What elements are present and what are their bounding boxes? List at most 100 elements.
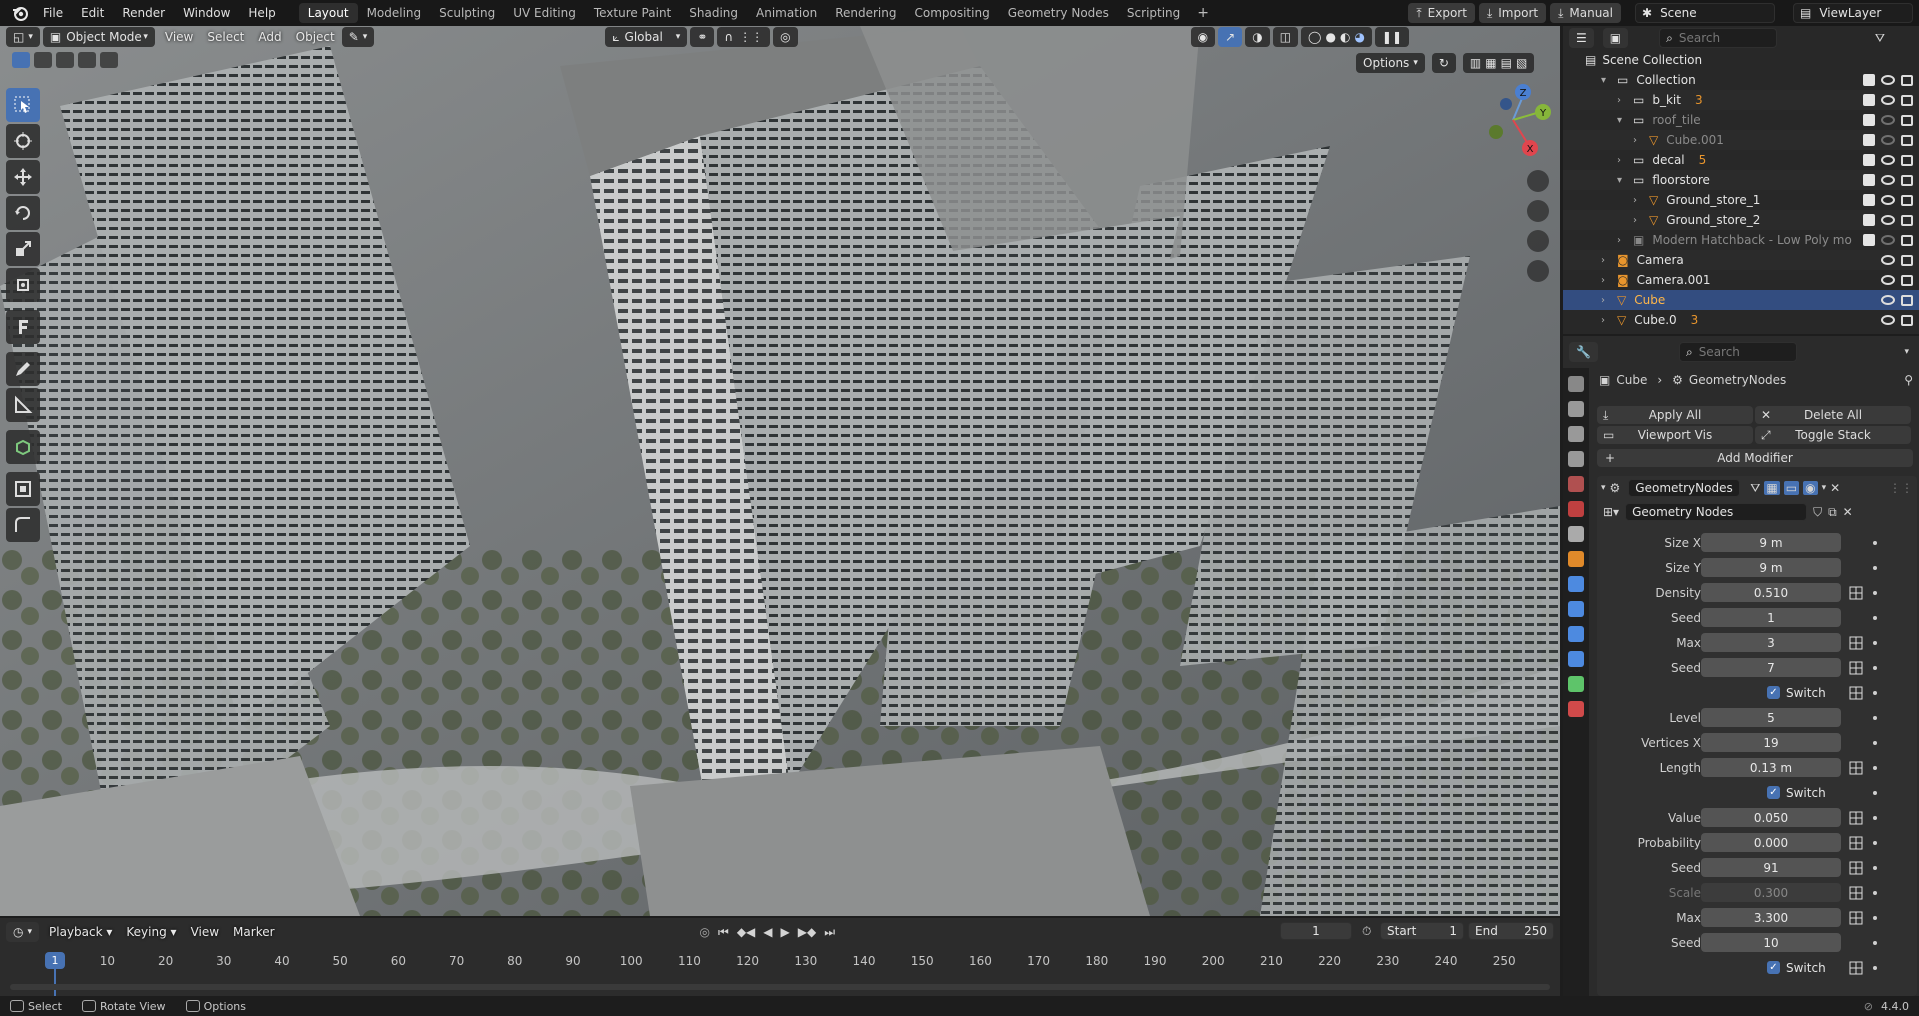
jump-start-icon[interactable]: ⏮ bbox=[718, 925, 729, 940]
expand-chevron-icon[interactable]: › bbox=[1617, 95, 1629, 106]
display-mode-button[interactable]: ▣ bbox=[1602, 28, 1629, 48]
outliner-item[interactable]: › ▭ b_kit 3 bbox=[1563, 90, 1919, 110]
outliner-item[interactable]: › ◙ Camera.001 bbox=[1563, 270, 1919, 290]
mode-selector[interactable]: ▣ Object Mode ▾ bbox=[42, 27, 155, 47]
drag-handle-icon[interactable]: ⋮⋮ bbox=[1889, 481, 1913, 495]
select-subtract-icon[interactable] bbox=[56, 52, 74, 68]
input-value-field[interactable]: 0.510 bbox=[1701, 583, 1841, 602]
eye-icon[interactable] bbox=[1881, 315, 1895, 325]
attribute-toggle-icon[interactable] bbox=[1849, 586, 1863, 600]
outliner-item[interactable]: ▾ ▭ roof_tile bbox=[1563, 110, 1919, 130]
eye-icon[interactable] bbox=[1881, 155, 1895, 165]
extrude-tool[interactable] bbox=[6, 472, 40, 506]
expand-chevron-icon[interactable]: ▾ bbox=[1617, 115, 1629, 126]
view-layer-tab-icon[interactable] bbox=[1568, 451, 1584, 467]
ortho-grid-icon[interactable] bbox=[1527, 260, 1549, 282]
animate-dot-icon[interactable] bbox=[1873, 790, 1877, 795]
exclude-checkbox-icon[interactable] bbox=[1863, 174, 1875, 186]
eye-icon[interactable] bbox=[1881, 75, 1895, 85]
workspace-tab-animation[interactable]: Animation bbox=[747, 3, 826, 23]
prev-keyframe-icon[interactable]: ◆◀ bbox=[737, 925, 755, 939]
jump-end-icon[interactable]: ⏭ bbox=[824, 925, 835, 940]
xray-toggle[interactable]: ◫ bbox=[1272, 27, 1299, 47]
attribute-toggle-icon[interactable] bbox=[1849, 761, 1863, 775]
next-keyframe-icon[interactable]: ▶◆ bbox=[798, 925, 816, 939]
rotate-tool[interactable] bbox=[6, 196, 40, 230]
outliner-item[interactable]: › ▣ Modern Hatchback - Low Poly mo bbox=[1563, 230, 1919, 250]
outliner-root[interactable]: ▤ Scene Collection bbox=[1563, 50, 1919, 70]
outliner-item[interactable]: › ▽ Cube.0 3 bbox=[1563, 310, 1919, 330]
workspace-tab-layout[interactable]: Layout bbox=[298, 3, 358, 23]
workspace-tab-sculpting[interactable]: Sculpting bbox=[430, 3, 504, 23]
exclude-checkbox-icon[interactable] bbox=[1863, 154, 1875, 166]
physics-tab-icon[interactable] bbox=[1568, 626, 1584, 642]
move-tool[interactable] bbox=[6, 160, 40, 194]
stopwatch-icon[interactable]: ⏱ bbox=[1362, 924, 1371, 939]
animate-dot-icon[interactable] bbox=[1873, 890, 1877, 895]
data-tab-icon[interactable] bbox=[1568, 676, 1584, 692]
snap-button[interactable]: ∩ ⋮⋮ bbox=[717, 27, 771, 47]
delete-all-button[interactable]: ✕ Delete All bbox=[1755, 406, 1911, 424]
input-value-field[interactable]: 9 m bbox=[1701, 533, 1841, 552]
workspace-tab-shading[interactable]: Shading bbox=[680, 3, 747, 23]
outliner-item[interactable]: › ▽ Ground_store_2 bbox=[1563, 210, 1919, 230]
eye-icon[interactable] bbox=[1881, 235, 1895, 245]
animate-dot-icon[interactable] bbox=[1873, 665, 1877, 670]
exclude-checkbox-icon[interactable] bbox=[1863, 194, 1875, 206]
eye-icon[interactable] bbox=[1881, 275, 1895, 285]
select-extend-icon[interactable] bbox=[34, 52, 52, 68]
outliner-item[interactable]: › ▽ Cube.001 bbox=[1563, 130, 1919, 150]
eye-icon[interactable] bbox=[1881, 215, 1895, 225]
outliner-editor-type[interactable]: ☰ bbox=[1569, 28, 1594, 48]
attribute-toggle-icon[interactable] bbox=[1849, 811, 1863, 825]
exclude-checkbox-icon[interactable] bbox=[1863, 214, 1875, 226]
expand-chevron-icon[interactable]: ▾ bbox=[1617, 175, 1629, 186]
bevel-tool[interactable] bbox=[6, 508, 40, 542]
input-value-field[interactable]: 0.000 bbox=[1701, 833, 1841, 852]
animate-dot-icon[interactable] bbox=[1873, 565, 1877, 570]
measure-tool[interactable] bbox=[6, 388, 40, 422]
add-cube-tool[interactable] bbox=[6, 430, 40, 464]
animate-dot-icon[interactable] bbox=[1873, 590, 1877, 595]
exclude-checkbox-icon[interactable] bbox=[1863, 114, 1875, 126]
world-tab-icon[interactable] bbox=[1568, 501, 1584, 517]
pin-icon[interactable]: ⚲ bbox=[1904, 373, 1913, 387]
blender-logo-icon[interactable] bbox=[10, 3, 30, 23]
transform-tool[interactable] bbox=[6, 268, 40, 302]
camera-render-icon[interactable] bbox=[1901, 174, 1913, 186]
manual-button[interactable]: ⤓ Manual bbox=[1550, 3, 1621, 23]
select-intersect-icon[interactable] bbox=[100, 52, 118, 68]
modifier-name-field[interactable]: GeometryNodes bbox=[1628, 479, 1741, 497]
menu-edit[interactable]: Edit bbox=[72, 0, 113, 26]
marker-menu[interactable]: Marker bbox=[226, 925, 281, 939]
workspace-tab-uv-editing[interactable]: UV Editing bbox=[504, 3, 585, 23]
timeline-scrollbar[interactable] bbox=[10, 984, 1550, 990]
input-value-field[interactable]: 91 bbox=[1701, 858, 1841, 877]
viewport-menu-object[interactable]: Object bbox=[289, 30, 342, 44]
exclude-checkbox-icon[interactable] bbox=[1863, 94, 1875, 106]
edit-mode-toggle-icon[interactable]: ⛛ bbox=[1750, 481, 1760, 496]
zoom-icon[interactable] bbox=[1527, 170, 1549, 192]
outliner-item[interactable]: ▾ ▭ floorstore bbox=[1563, 170, 1919, 190]
apply-all-button[interactable]: ⤓ Apply All bbox=[1597, 406, 1753, 424]
eye-icon[interactable] bbox=[1881, 135, 1895, 145]
expand-chevron-icon[interactable]: › bbox=[1617, 235, 1629, 246]
export-button[interactable]: ⤒ Export bbox=[1408, 3, 1475, 23]
animate-dot-icon[interactable] bbox=[1873, 740, 1877, 745]
duplicate-icon[interactable]: ⧉ bbox=[1828, 505, 1837, 520]
animate-dot-icon[interactable] bbox=[1873, 640, 1877, 645]
expand-chevron-icon[interactable]: › bbox=[1633, 195, 1645, 206]
workspace-tab-texture-paint[interactable]: Texture Paint bbox=[585, 3, 680, 23]
input-value-field[interactable]: 3 bbox=[1701, 633, 1841, 652]
expand-chevron-icon[interactable]: › bbox=[1601, 275, 1613, 286]
camera-render-icon[interactable] bbox=[1901, 314, 1913, 326]
material-tab-icon[interactable] bbox=[1568, 701, 1584, 717]
workspace-tab-modeling[interactable]: Modeling bbox=[358, 3, 431, 23]
particles-tab-icon[interactable] bbox=[1568, 601, 1584, 617]
eye-icon[interactable] bbox=[1881, 175, 1895, 185]
workspace-tab-scripting[interactable]: Scripting bbox=[1118, 3, 1189, 23]
attribute-toggle-icon[interactable] bbox=[1849, 836, 1863, 850]
expand-chevron-icon[interactable]: › bbox=[1633, 215, 1645, 226]
attribute-toggle-icon[interactable] bbox=[1849, 661, 1863, 675]
camera-render-icon[interactable] bbox=[1901, 74, 1913, 86]
